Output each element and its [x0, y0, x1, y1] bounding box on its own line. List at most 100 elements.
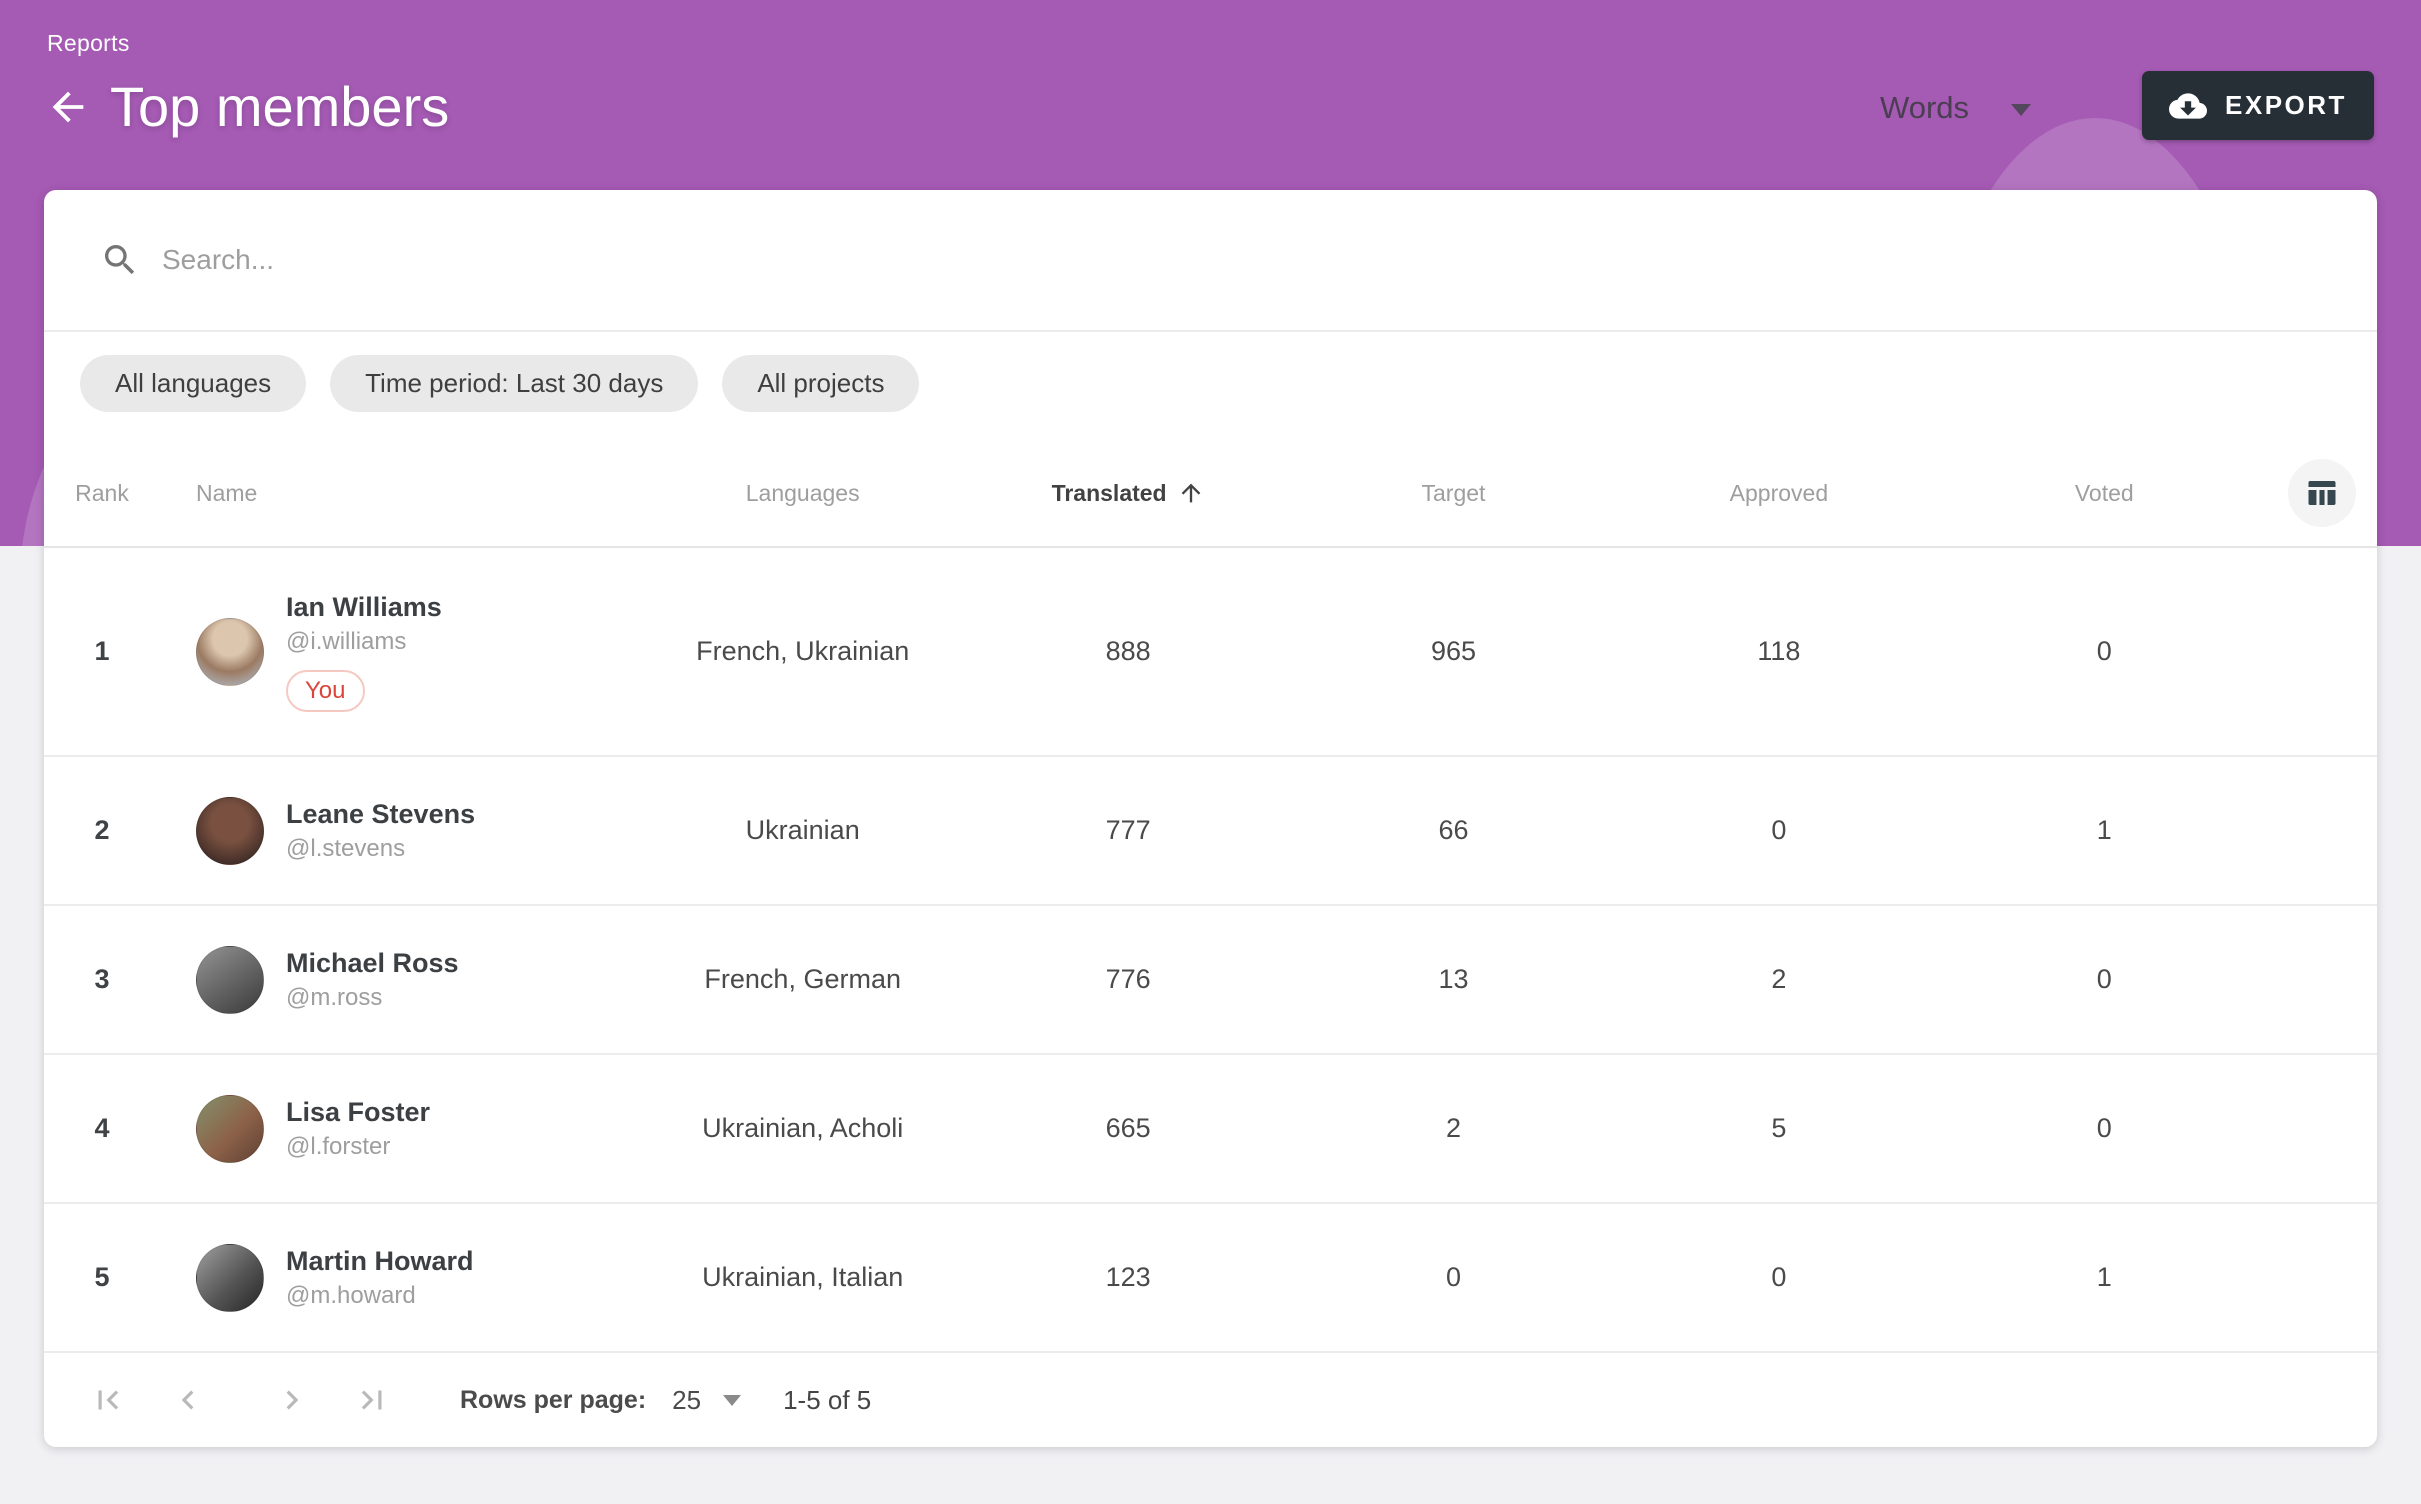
rank-value: 5	[44, 1262, 160, 1293]
rank-value: 1	[44, 636, 160, 667]
export-button-label: EXPORT	[2225, 90, 2347, 121]
unit-selector-value: Words	[1880, 90, 1969, 126]
member-identity: Martin Howard @m.howard	[286, 1246, 474, 1310]
member-cell: Ian Williams @i.williams You	[160, 592, 640, 712]
report-card: All languages Time period: Last 30 days …	[44, 190, 2377, 1447]
member-identity: Ian Williams @i.williams You	[286, 592, 442, 712]
first-page-icon	[89, 1381, 127, 1419]
unit-selector-dropdown[interactable]: Words	[1880, 80, 2031, 136]
member-name: Leane Stevens	[286, 799, 475, 830]
filter-chip-languages[interactable]: All languages	[80, 355, 306, 412]
avatar	[196, 618, 264, 686]
first-page-button[interactable]	[88, 1380, 128, 1420]
translated-value: 888	[965, 636, 1290, 667]
member-username: @m.howard	[286, 1282, 474, 1310]
target-value: 2	[1291, 1113, 1616, 1144]
languages-value: Ukrainian	[640, 815, 965, 846]
avatar	[196, 946, 264, 1014]
chevron-right-icon	[273, 1381, 311, 1419]
target-value: 0	[1291, 1262, 1616, 1293]
rows-per-page-label: Rows per page:	[460, 1386, 646, 1415]
approved-value: 118	[1616, 636, 1941, 667]
previous-page-button[interactable]	[168, 1380, 208, 1420]
you-badge: You	[286, 670, 365, 712]
column-settings-cell	[2267, 459, 2377, 527]
approved-value: 0	[1616, 815, 1941, 846]
target-value: 965	[1291, 636, 1616, 667]
column-header-name[interactable]: Name	[160, 480, 640, 507]
column-header-target[interactable]: Target	[1291, 480, 1616, 507]
column-header-languages[interactable]: Languages	[640, 480, 965, 507]
back-button[interactable]	[40, 79, 96, 135]
languages-value: French, Ukrainian	[640, 636, 965, 667]
column-header-approved[interactable]: Approved	[1616, 480, 1941, 507]
voted-value: 1	[1942, 815, 2267, 846]
pagination-range: 1-5 of 5	[783, 1385, 871, 1416]
member-name: Lisa Foster	[286, 1097, 430, 1128]
table-row: 2 Leane Stevens @l.stevens Ukrainian 777…	[44, 757, 2377, 906]
member-identity: Lisa Foster @l.forster	[286, 1097, 430, 1161]
column-settings-button[interactable]	[2288, 459, 2356, 527]
title-row: Top members	[40, 74, 449, 139]
member-name: Ian Williams	[286, 592, 442, 623]
table-row: 4 Lisa Foster @l.forster Ukrainian, Acho…	[44, 1055, 2377, 1204]
translated-value: 123	[965, 1262, 1290, 1293]
search-icon	[100, 240, 140, 280]
target-value: 13	[1291, 964, 1616, 995]
target-value: 66	[1291, 815, 1616, 846]
table-row: 3 Michael Ross @m.ross French, German 77…	[44, 906, 2377, 1055]
approved-value: 2	[1616, 964, 1941, 995]
avatar	[196, 797, 264, 865]
search-input[interactable]	[162, 244, 2377, 276]
table-row: 1 Ian Williams @i.williams You French, U…	[44, 548, 2377, 757]
member-cell: Leane Stevens @l.stevens	[160, 797, 640, 865]
member-cell: Martin Howard @m.howard	[160, 1244, 640, 1312]
approved-value: 5	[1616, 1113, 1941, 1144]
languages-value: French, German	[640, 964, 965, 995]
page-title: Top members	[110, 74, 449, 139]
table-header-row: Rank Name Languages Translated Target Ap…	[44, 412, 2377, 548]
member-identity: Leane Stevens @l.stevens	[286, 799, 475, 863]
translated-value: 665	[965, 1113, 1290, 1144]
column-header-rank[interactable]: Rank	[44, 480, 160, 507]
chevron-down-icon	[2011, 104, 2031, 116]
next-page-button[interactable]	[272, 1380, 312, 1420]
voted-value: 1	[1942, 1262, 2267, 1293]
translated-value: 777	[965, 815, 1290, 846]
chevron-left-icon	[169, 1381, 207, 1419]
voted-value: 0	[1942, 636, 2267, 667]
member-username: @m.ross	[286, 984, 459, 1012]
columns-table-icon	[2304, 475, 2340, 511]
avatar	[196, 1095, 264, 1163]
member-name: Martin Howard	[286, 1246, 474, 1277]
approved-value: 0	[1616, 1262, 1941, 1293]
breadcrumb: Reports	[47, 30, 130, 57]
pagination-bar: Rows per page: 25 1-5 of 5	[44, 1353, 2377, 1447]
cloud-download-icon	[2169, 87, 2207, 125]
filter-chip-projects[interactable]: All projects	[722, 355, 919, 412]
member-username: @l.forster	[286, 1133, 430, 1161]
sort-ascending-icon	[1177, 479, 1205, 507]
filter-chip-time-period[interactable]: Time period: Last 30 days	[330, 355, 698, 412]
last-page-button[interactable]	[352, 1380, 392, 1420]
member-cell: Michael Ross @m.ross	[160, 946, 640, 1014]
chevron-down-icon[interactable]	[723, 1395, 741, 1406]
search-bar	[44, 190, 2377, 330]
table-row: 5 Martin Howard @m.howard Ukrainian, Ita…	[44, 1204, 2377, 1353]
top-members-report-page: Reports Top members Words EXPORT All lan…	[0, 0, 2421, 1504]
member-identity: Michael Ross @m.ross	[286, 948, 459, 1012]
arrow-left-icon	[45, 84, 91, 130]
last-page-icon	[353, 1381, 391, 1419]
rank-value: 4	[44, 1113, 160, 1144]
member-name: Michael Ross	[286, 948, 459, 979]
column-header-voted[interactable]: Voted	[1942, 480, 2267, 507]
rank-value: 3	[44, 964, 160, 995]
export-button[interactable]: EXPORT	[2142, 71, 2374, 140]
column-header-translated[interactable]: Translated	[965, 479, 1290, 507]
voted-value: 0	[1942, 1113, 2267, 1144]
languages-value: Ukrainian, Italian	[640, 1262, 965, 1293]
member-username: @l.stevens	[286, 835, 475, 863]
rank-value: 2	[44, 815, 160, 846]
rows-per-page-select[interactable]: 25	[672, 1385, 701, 1416]
member-username: @i.williams	[286, 628, 442, 656]
